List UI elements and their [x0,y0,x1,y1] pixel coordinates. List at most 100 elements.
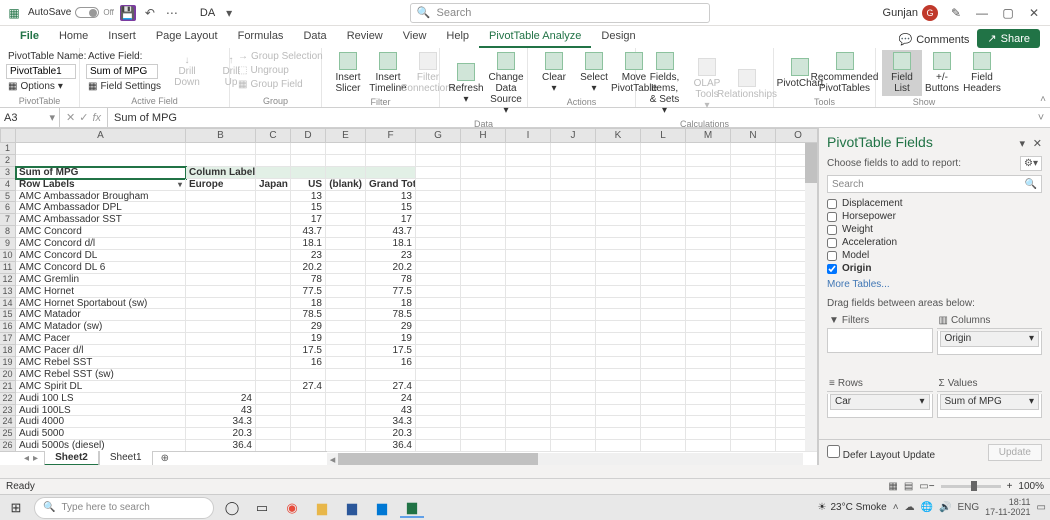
cell[interactable]: AMC Matador [16,309,186,321]
cell[interactable] [551,298,596,310]
cell[interactable] [461,202,506,214]
cell[interactable] [256,321,291,333]
cell[interactable] [641,298,686,310]
cell[interactable] [641,309,686,321]
cell[interactable] [326,167,366,179]
cell[interactable]: 20.2 [366,262,416,274]
cell[interactable] [256,286,291,298]
cell[interactable] [506,440,551,452]
tab-page-layout[interactable]: Page Layout [146,26,228,48]
cell[interactable] [326,298,366,310]
tab-design[interactable]: Design [591,26,645,48]
cell[interactable] [506,381,551,393]
comments-button[interactable]: 💬 Comments [891,31,978,48]
cell[interactable] [416,286,461,298]
cell[interactable]: 24 [186,393,256,405]
cell[interactable]: 78 [291,274,326,286]
cell[interactable] [551,357,596,369]
field-checkbox-model[interactable]: Model [827,249,1042,262]
cell[interactable] [326,155,366,167]
language-indicator[interactable]: ENG [958,502,980,513]
network-icon[interactable]: 🌐 [921,502,933,513]
cell[interactable] [506,405,551,417]
cell[interactable] [551,333,596,345]
row-header[interactable]: 4 [0,179,16,191]
cell[interactable] [416,416,461,428]
rows-area[interactable]: ≡Rows Car▾ [827,376,933,435]
cell[interactable] [731,226,776,238]
cell[interactable] [731,286,776,298]
cell[interactable] [326,238,366,250]
store-icon[interactable]: ▆ [370,498,394,518]
cell[interactable] [186,155,256,167]
cell[interactable] [731,440,776,452]
notifications-icon[interactable]: ▭ [1037,502,1046,513]
column-header[interactable]: N [731,128,776,143]
cell[interactable] [731,262,776,274]
cell[interactable] [641,333,686,345]
cell[interactable] [506,416,551,428]
cell[interactable] [326,214,366,226]
cell[interactable] [506,345,551,357]
cell[interactable] [641,202,686,214]
horizontal-scrollbar[interactable]: ◂ [327,453,803,465]
row-header[interactable]: 25 [0,428,16,440]
cell[interactable] [596,298,641,310]
cell[interactable] [596,214,641,226]
cell[interactable] [256,262,291,274]
row-header[interactable]: 8 [0,226,16,238]
cell[interactable] [686,226,731,238]
column-header[interactable]: O [776,128,818,143]
cell[interactable]: 13 [291,191,326,203]
cell[interactable] [461,381,506,393]
column-header[interactable]: C [256,128,291,143]
cell[interactable] [551,274,596,286]
cell[interactable]: AMC Hornet [16,286,186,298]
select-all-corner[interactable] [0,128,16,143]
cell[interactable] [641,440,686,452]
cell[interactable] [461,333,506,345]
cell[interactable] [326,262,366,274]
cell[interactable]: 29 [366,321,416,333]
cell[interactable]: AMC Matador (sw) [16,321,186,333]
cell[interactable] [506,167,551,179]
cell[interactable] [186,238,256,250]
cell[interactable] [506,274,551,286]
cell[interactable]: 17.5 [291,345,326,357]
cell[interactable] [256,143,291,155]
select[interactable]: Select▾ [574,50,614,96]
vertical-scrollbar[interactable] [805,143,817,451]
undo-icon[interactable]: ↶ [142,5,158,21]
cell[interactable] [326,333,366,345]
view-layout-icon[interactable]: ▤ [904,481,913,492]
tab-home[interactable]: Home [49,26,98,48]
cortana-icon[interactable]: ▭ [250,498,274,518]
cell[interactable] [551,286,596,298]
cell[interactable] [366,155,416,167]
cell[interactable] [551,143,596,155]
cell[interactable] [641,250,686,262]
cell[interactable] [416,274,461,286]
cell[interactable]: 20.3 [366,428,416,440]
zoom-slider[interactable] [941,485,1001,488]
cell[interactable] [686,416,731,428]
defer-layout-checkbox[interactable]: Defer Layout Update [827,445,935,461]
cell[interactable] [326,381,366,393]
row-header[interactable]: 17 [0,333,16,345]
sheet-tab-sheet1[interactable]: Sheet1 [99,451,153,465]
field-search-input[interactable]: Search🔍 [827,175,1042,193]
more-tables-link[interactable]: More Tables... [819,275,1050,294]
cell[interactable]: 27.4 [366,381,416,393]
cell[interactable] [596,226,641,238]
cell[interactable] [291,155,326,167]
cell[interactable]: AMC Ambassador Brougham [16,191,186,203]
cell[interactable] [506,357,551,369]
cell[interactable] [686,179,731,191]
cell[interactable] [506,309,551,321]
cell[interactable] [461,321,506,333]
cell[interactable]: 23 [366,250,416,262]
cell[interactable] [256,298,291,310]
row-header[interactable]: 1 [0,143,16,155]
cell[interactable] [596,405,641,417]
cell[interactable] [416,238,461,250]
